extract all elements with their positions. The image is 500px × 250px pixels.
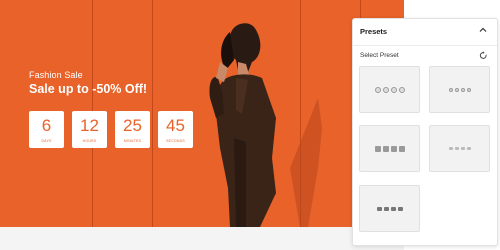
preview-dot: [466, 87, 471, 92]
countdown-days: 6 Days: [29, 111, 64, 148]
countdown-banner: Fashion Sale Sale up to -50% Off! 6 Days…: [0, 0, 404, 227]
preset-preview: [376, 206, 403, 211]
preset-option-squares[interactable]: [359, 125, 420, 172]
countdown-value: 45: [166, 115, 185, 135]
preview-dash: [466, 147, 471, 150]
preview-mark: [390, 206, 396, 211]
chevron-up-icon[interactable]: [478, 26, 488, 36]
presets-panel: Presets Select Preset: [352, 18, 498, 246]
countdown-unit: Seconds: [166, 138, 185, 143]
preset-option-circles[interactable]: [359, 66, 420, 113]
canvas-footer: [0, 227, 404, 250]
model-photo: [209, 23, 322, 227]
countdown-value: 6: [41, 115, 52, 135]
preview-square: [390, 145, 397, 152]
preview-square: [398, 145, 405, 152]
preview-dot: [448, 87, 453, 92]
countdown-unit: Hours: [82, 138, 97, 143]
preset-option-dashes[interactable]: [429, 125, 490, 172]
countdown-hours: 12 Hours: [72, 111, 107, 148]
panel-title: Presets: [360, 27, 388, 36]
preview-dot: [454, 87, 459, 92]
reset-icon[interactable]: [479, 51, 488, 60]
countdown-unit: Days: [41, 138, 52, 143]
preset-option-text[interactable]: [359, 185, 420, 232]
countdown-timer: 6 Days 12 Hours 25 Minutes 45 Seconds: [29, 111, 193, 148]
preset-preview: [374, 86, 405, 93]
preview-dot: [382, 86, 389, 93]
countdown-minutes: 25 Minutes: [115, 111, 150, 148]
preview-square: [374, 145, 381, 152]
preview-dash: [460, 147, 465, 150]
countdown-seconds: 45 Seconds: [158, 111, 193, 148]
preset-preview: [374, 145, 405, 152]
preset-preview: [448, 147, 471, 150]
banner-eyebrow: Fashion Sale: [29, 70, 83, 80]
countdown-value: 25: [123, 115, 142, 135]
countdown-unit: Minutes: [123, 138, 142, 143]
preset-option-dots[interactable]: [429, 66, 490, 113]
preview-mark: [383, 206, 389, 211]
preview-dot: [460, 87, 465, 92]
banner-headline: Sale up to -50% Off!: [29, 82, 148, 96]
preview-dot: [374, 86, 381, 93]
preset-preview: [448, 87, 471, 92]
preview-dash: [454, 147, 459, 150]
preview-dot: [390, 86, 397, 93]
preview-dash: [448, 147, 453, 150]
select-preset-label: Select Preset: [360, 52, 399, 59]
panel-header[interactable]: Presets: [353, 19, 497, 46]
preview-square: [382, 145, 389, 152]
preview-mark: [397, 206, 403, 211]
preview-mark: [376, 206, 382, 211]
preview-dot: [398, 86, 405, 93]
countdown-value: 12: [80, 115, 99, 135]
